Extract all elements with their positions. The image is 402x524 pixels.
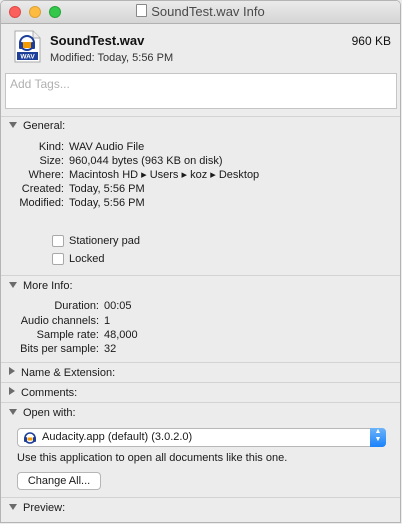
section-comments-title: Comments: (21, 387, 78, 399)
section-preview-header[interactable]: Preview: (9, 502, 65, 514)
section-more-info-header[interactable]: More Info: (9, 280, 73, 292)
section-general-header[interactable]: General: (9, 120, 65, 132)
section-comments-header[interactable]: Comments: (9, 387, 77, 399)
wav-file-icon: WAV (14, 30, 41, 63)
modified-value: Today, 5:56 PM (69, 197, 145, 209)
divider (1, 382, 400, 383)
disclosure-triangle-icon (9, 367, 15, 375)
where-label: Where: (28, 169, 64, 181)
kind-value: WAV Audio File (69, 141, 145, 153)
audacity-icon (24, 432, 36, 444)
tags-field[interactable]: Add Tags... (5, 73, 397, 109)
section-more-info-title: More Info: (23, 280, 73, 292)
file-name: SoundTest.wav (50, 33, 145, 48)
section-name-extension-title: Name & Extension: (21, 367, 116, 379)
disclosure-triangle-icon (9, 504, 17, 510)
change-all-button[interactable]: Change All... (17, 472, 101, 490)
popup-stepper-icon: ▲ ▼ (370, 428, 386, 447)
created-label: Created: (21, 183, 64, 195)
stationery-pad-checkbox[interactable] (52, 235, 64, 247)
modified-label: Modified: (19, 197, 64, 209)
divider (1, 402, 400, 403)
size-label: Size: (39, 155, 64, 167)
duration-value: 00:05 (104, 300, 132, 312)
disclosure-triangle-icon (9, 409, 17, 415)
audio-channels-label: Audio channels: (20, 315, 99, 327)
locked-checkbox[interactable] (52, 253, 64, 265)
open-with-popup[interactable]: Audacity.app (default) (3.0.2.0) ▲ ▼ (17, 428, 386, 447)
tags-placeholder: Add Tags... (10, 77, 70, 91)
divider (1, 116, 400, 117)
locked-label: Locked (69, 253, 105, 265)
disclosure-triangle-icon (9, 122, 17, 128)
audio-channels-value: 1 (104, 315, 111, 327)
info-window: SoundTest.wav Info WAV SoundTest.wav 960… (0, 0, 401, 523)
where-value: Macintosh HD ▸ Users ▸ koz ▸ Desktop (69, 169, 260, 181)
section-open-with-header[interactable]: Open with: (9, 407, 76, 419)
section-open-with-title: Open with: (23, 407, 76, 419)
divider (1, 497, 400, 498)
divider (1, 275, 400, 276)
sample-rate-value: 48,000 (104, 329, 138, 341)
wav-icon-label: WAV (20, 54, 35, 61)
disclosure-triangle-icon (9, 387, 15, 395)
divider (1, 362, 400, 363)
kind-label: Kind: (38, 141, 64, 153)
size-value: 960,044 bytes (963 KB on disk) (69, 155, 223, 167)
section-preview-title: Preview: (23, 502, 66, 514)
open-with-selected-app: Audacity.app (default) (3.0.2.0) (42, 431, 193, 443)
disclosure-triangle-icon (9, 282, 17, 288)
sample-rate-label: Sample rate: (36, 329, 99, 341)
modified-line: Modified: Today, 5:56 PM (50, 52, 174, 64)
stationery-pad-label: Stationery pad (69, 235, 140, 247)
open-with-hint: Use this application to open all documen… (17, 452, 288, 464)
section-name-extension-header[interactable]: Name & Extension: (9, 367, 115, 379)
duration-label: Duration: (54, 300, 99, 312)
document-icon (136, 4, 148, 17)
section-general-title: General: (23, 120, 66, 132)
file-size: 960 KB (351, 34, 391, 48)
bits-per-sample-label: Bits per sample: (20, 343, 99, 355)
window-title: SoundTest.wav Info (1, 4, 400, 19)
window-title-text: SoundTest.wav Info (151, 4, 265, 19)
created-value: Today, 5:56 PM (69, 183, 145, 195)
title-bar: SoundTest.wav Info (1, 1, 400, 24)
bits-per-sample-value: 32 (104, 343, 117, 355)
